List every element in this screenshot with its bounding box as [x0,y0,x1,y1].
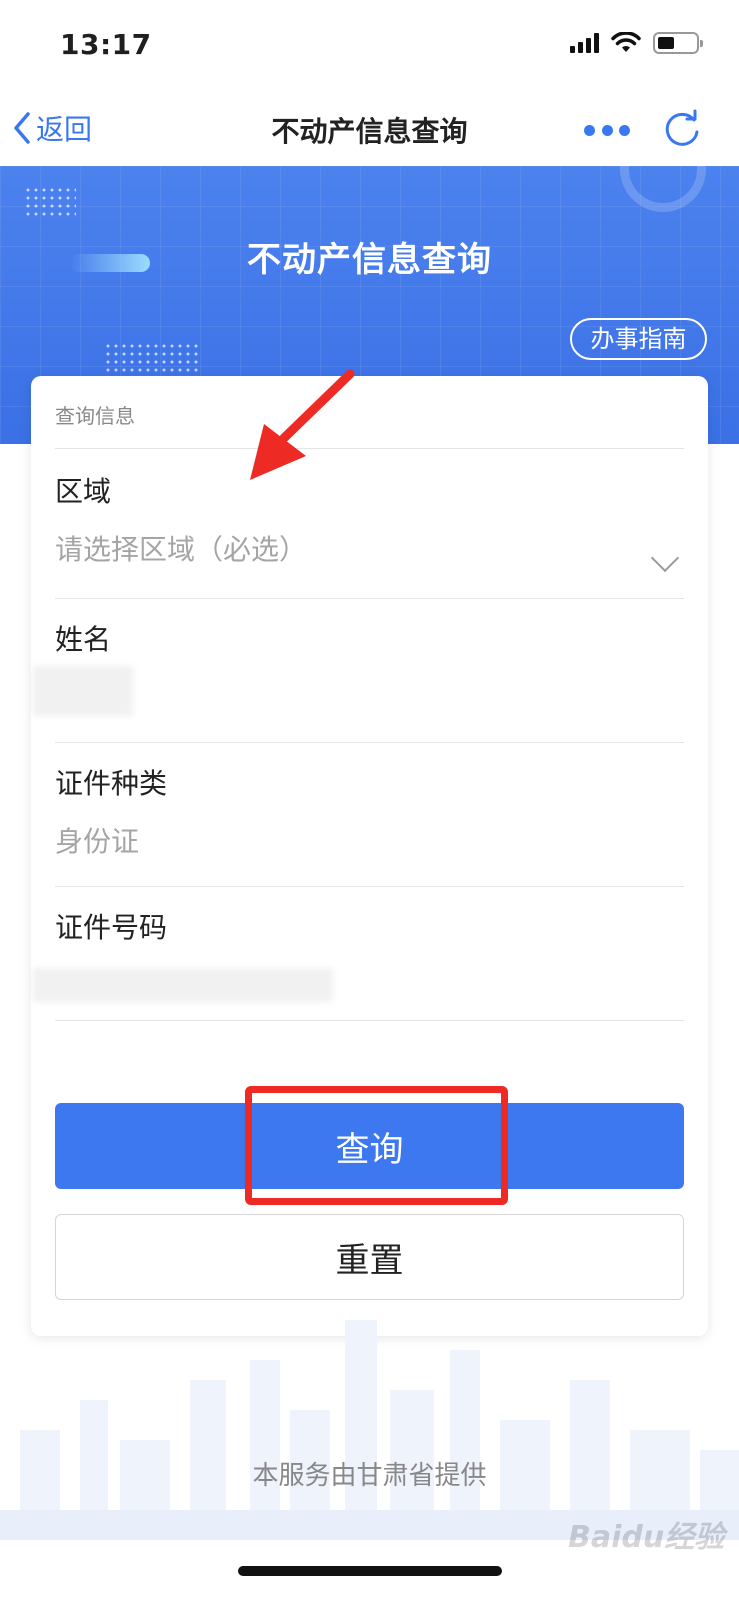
divider [55,886,684,887]
baidu-watermark: Baidu经验 [568,1520,725,1555]
id-type-field[interactable]: 身份证 [55,820,655,860]
divider [55,448,684,449]
refresh-icon[interactable] [660,108,704,152]
status-icons [570,32,703,54]
nav-bar: 返回 不动产信息查询 [0,92,739,166]
name-field[interactable] [55,676,655,716]
name-label: 姓名 [55,623,112,656]
city-skyline-decoration [0,1320,739,1540]
status-time: 13:17 [60,28,152,61]
banner-dots-decoration [104,342,200,372]
home-indicator[interactable] [238,1566,502,1576]
back-label: 返回 [36,113,93,146]
section-title: 查询信息 [55,404,135,428]
banner-dots-decoration [24,186,76,216]
wifi-icon [611,32,641,52]
more-button[interactable] [584,120,630,140]
blurred-name [33,666,133,716]
chevron-left-icon [14,112,30,144]
status-bar: 13:17 [0,0,739,92]
reset-button[interactable]: 重置 [55,1214,684,1300]
battery-icon [653,32,703,54]
id-type-label: 证件种类 [55,767,168,800]
chevron-down-icon [650,543,680,573]
footer-provider-text: 本服务由甘肃省提供 [252,1461,487,1491]
divider [55,742,684,743]
cellular-signal-icon [570,33,599,53]
divider [55,1020,684,1021]
guide-button[interactable]: 办事指南 [570,318,707,360]
region-label: 区域 [55,475,112,508]
red-box-annotation [245,1086,508,1205]
divider [55,598,684,599]
red-arrow-annotation [250,369,355,480]
id-number-label: 证件号码 [55,911,168,944]
banner-title: 不动产信息查询 [247,240,492,280]
region-select[interactable]: 请选择区域（必选） [55,528,655,568]
back-button[interactable]: 返回 [12,108,92,148]
blurred-id-number [33,968,333,1002]
